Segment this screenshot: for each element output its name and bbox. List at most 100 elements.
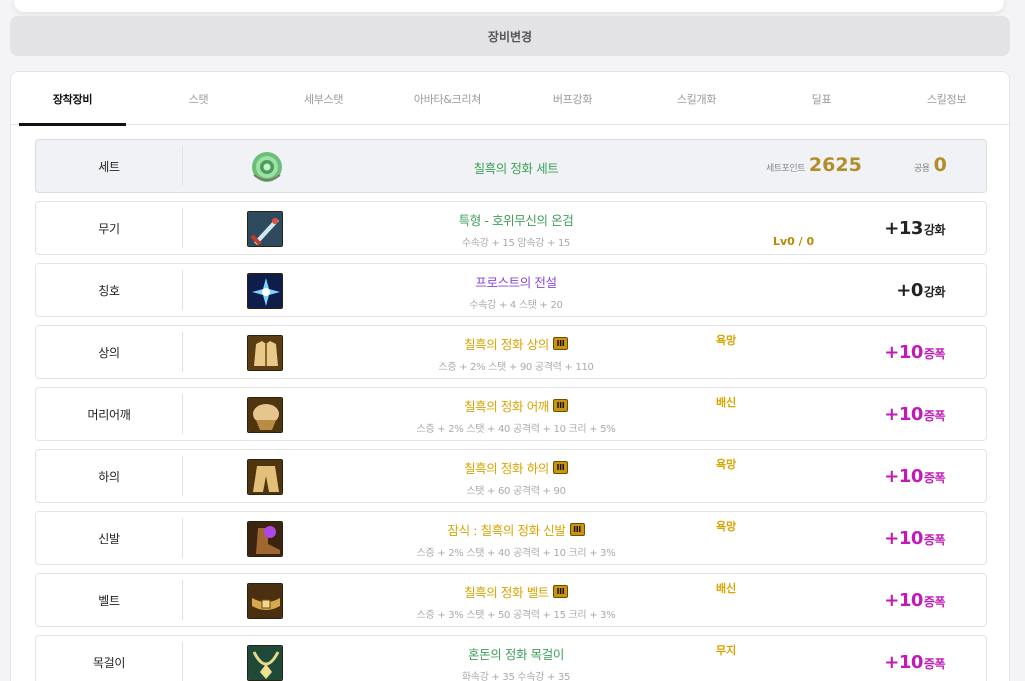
pants-armor-icon[interactable] [247, 459, 283, 495]
enhancement-suffix: 강화 [923, 223, 946, 237]
enhancement-value: +10 [884, 342, 923, 363]
equipment-row: 칭호 프로스트의 전설 수속강 + 4 스탯 + 20 +0 강화 [35, 263, 987, 317]
item-name[interactable]: 프로스트의 전설 [475, 272, 557, 291]
emblem-label: 무지 [716, 644, 737, 657]
item-name[interactable]: 혼돈의 정화 목걸이 [468, 644, 564, 663]
tab-buff-enhance[interactable]: 버프강화 [519, 72, 626, 125]
enhancement: +10 증폭 [884, 590, 945, 611]
equipment-row: 목걸이 혼돈의 정화 목걸이 화속강 + 35 수속강 + 35 무지 +10 증폭 [35, 635, 987, 681]
set-points-label: 세트포인트 [766, 164, 805, 174]
rose-emblem-icon[interactable] [249, 149, 285, 185]
enhancement-value: +10 [884, 466, 923, 487]
grade-badge-icon: III [552, 399, 568, 412]
grade-badge-icon: III [552, 337, 568, 350]
tab-avatar-creature[interactable]: 아바타&크리쳐 [394, 72, 501, 125]
equipment-row: 신발 잠식 : 칠흑의 정화 신발 III 스증 + 2% 스탯 + 40 공격력 +… [35, 511, 987, 565]
enhancement-value: +10 [884, 652, 923, 673]
slot-label: 머리어깨 [87, 407, 131, 422]
item-info: 칠흑의 정화 벨트 III 스증 + 3% 스탯 + 50 공격력 + 15 크리 … [316, 582, 716, 621]
equipment-row: 무기 특형 - 호위무신의 온검 수속강 + 15 암속강 + 15 Lv0 / 0 +… [35, 201, 987, 255]
slot-label: 세트 [98, 159, 120, 174]
item-stat: 스증 + 3% 스탯 + 50 공격력 + 15 크리 + 3% [416, 610, 616, 621]
item-name[interactable]: 칠흑의 정화 어깨 III [464, 396, 568, 415]
item-name-text: 칠흑의 정화 어깨 [464, 399, 549, 414]
divider [182, 642, 183, 681]
slot-label: 벨트 [98, 593, 120, 608]
tab-equipment[interactable]: 장착장비 [19, 72, 126, 126]
item-stat: 수속강 + 4 스탯 + 20 [469, 300, 563, 311]
item-stat: 스증 + 2% 스탯 + 40 공격력 + 10 크리 + 5% [416, 424, 616, 435]
slot-label: 목걸이 [92, 655, 126, 670]
sword-icon[interactable] [247, 211, 283, 247]
divider [182, 394, 183, 434]
previous-card [14, 0, 1004, 12]
item-name-text: 칠흑의 정화 하의 [464, 461, 549, 476]
common-value: 0 [933, 154, 947, 176]
enhancement-value: +13 [884, 218, 923, 239]
item-name-text: 특형 - 호위무신의 온검 [458, 213, 574, 228]
divider [182, 270, 183, 310]
enhancement-suffix: 증폭 [923, 657, 946, 671]
frost-title-icon[interactable] [247, 273, 283, 309]
tab-skill-bloom[interactable]: 스킬개화 [643, 72, 750, 125]
grade-badge-icon: III [552, 585, 568, 598]
divider [182, 456, 183, 496]
enhancement-value: +0 [896, 280, 923, 301]
item-name[interactable]: 칠흑의 정화 벨트 III [464, 582, 568, 601]
tab-bar: 장착장비 스탯 세부스탯 아바타&크리쳐 버프강화 스킬개화 딜표 스킬정보 [11, 72, 1009, 126]
enhancement: +10 증폭 [884, 652, 945, 673]
tab-stats[interactable]: 스탯 [145, 72, 252, 125]
necklace-icon[interactable] [247, 645, 283, 681]
enhancement: +13 강화 [884, 218, 945, 239]
divider [182, 332, 183, 372]
common-label: 공용 [914, 164, 930, 174]
slot-label: 하의 [98, 469, 120, 484]
item-name-text: 혼돈의 정화 목걸이 [468, 647, 564, 662]
item-stat: 스증 + 2% 스탯 + 90 공격력 + 110 [438, 362, 594, 373]
item-name-text: 칠흑의 정화 벨트 [464, 585, 549, 600]
enhancement-value: +10 [884, 590, 923, 611]
slot-label: 신발 [98, 531, 120, 546]
item-stat: 스탯 + 60 공격력 + 90 [466, 486, 566, 497]
tab-damage-table[interactable]: 딜표 [768, 72, 875, 125]
top-armor-icon[interactable] [247, 335, 283, 371]
item-name-text: 프로스트의 전설 [475, 275, 557, 290]
belt-armor-icon[interactable] [247, 583, 283, 619]
emblem-label: 욕망 [716, 520, 737, 533]
item-name[interactable]: 특형 - 호위무신의 온검 [459, 210, 574, 229]
enhancement-suffix: 증폭 [923, 347, 946, 361]
item-info: 혼돈의 정화 목걸이 화속강 + 35 수속강 + 35 [316, 644, 716, 681]
item-info: 프로스트의 전설수속강 + 4 스탯 + 20 [316, 272, 716, 311]
set-points-value: 2625 [808, 154, 862, 176]
shoes-armor-icon[interactable] [247, 521, 283, 557]
set-name[interactable]: 칠흑의 정화 세트 [316, 158, 716, 177]
enhancement: +10 증폭 [884, 466, 945, 487]
enhancement-suffix: 증폭 [923, 595, 946, 609]
equipment-panel: 장착장비 스탯 세부스탯 아바타&크리쳐 버프강화 스킬개화 딜표 스킬정보 세… [10, 71, 1010, 681]
enhancement: +10 증폭 [884, 404, 945, 425]
item-name-text: 잠식 : 칠흑의 정화 신발 [447, 523, 566, 538]
slot-label: 무기 [98, 221, 120, 236]
item-info: 잠식 : 칠흑의 정화 신발 III 스증 + 2% 스탯 + 40 공격력 + 1… [316, 520, 716, 559]
emblem-label: 배신 [716, 582, 737, 595]
item-name[interactable]: 칠흑의 정화 상의 III [464, 334, 568, 353]
emblem-label: 배신 [716, 396, 737, 409]
grade-badge-icon: III [552, 461, 568, 474]
item-info: 칠흑의 정화 상의 III 스증 + 2% 스탯 + 90 공격력 + 110 [316, 334, 716, 373]
enhancement-value: +10 [884, 404, 923, 425]
tab-detail-stats[interactable]: 세부스탯 [270, 72, 377, 125]
emblem-label: 욕망 [716, 334, 737, 347]
divider [182, 208, 183, 248]
enhancement: +10 증폭 [884, 528, 945, 549]
enhancement-suffix: 증폭 [923, 409, 946, 423]
shoulder-armor-icon[interactable] [247, 397, 283, 433]
slot-label: 칭호 [98, 283, 120, 298]
item-name[interactable]: 칠흑의 정화 하의 III [464, 458, 568, 477]
change-equipment-button[interactable]: 장비변경 [10, 16, 1010, 56]
item-name[interactable]: 잠식 : 칠흑의 정화 신발 III [447, 520, 585, 539]
emblem-label: 욕망 [716, 458, 737, 471]
item-stat: 수속강 + 15 암속강 + 15 [461, 238, 571, 249]
divider [182, 146, 183, 186]
tab-skill-info[interactable]: 스킬정보 [893, 72, 1000, 125]
enhancement-suffix: 증폭 [923, 471, 946, 485]
